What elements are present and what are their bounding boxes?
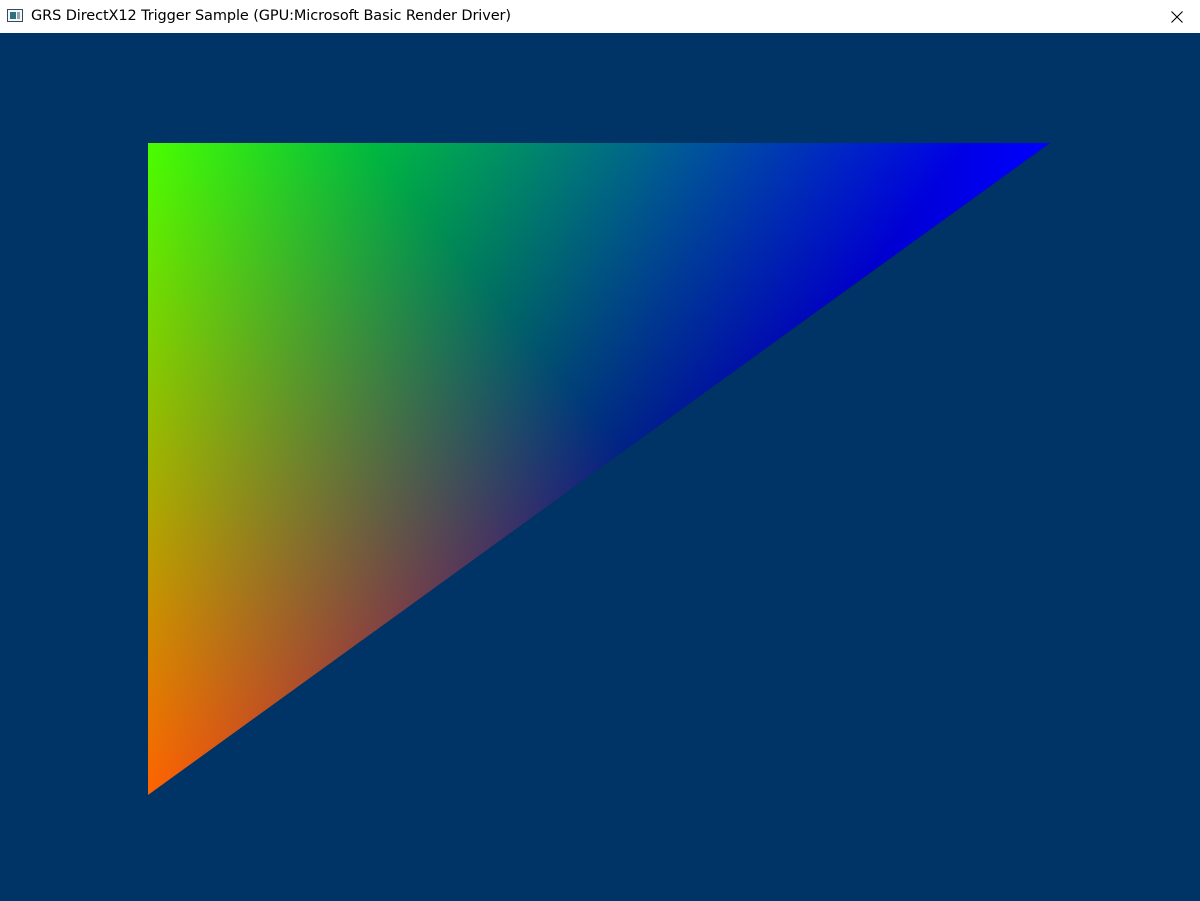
window-title: GRS DirectX12 Trigger Sample (GPU:Micros… bbox=[31, 8, 511, 24]
render-canvas bbox=[0, 33, 1200, 901]
app-window: GRS DirectX12 Trigger Sample (GPU:Micros… bbox=[0, 0, 1200, 901]
close-button[interactable] bbox=[1154, 0, 1200, 33]
close-icon bbox=[1171, 10, 1183, 23]
window-app-icon[interactable] bbox=[7, 9, 23, 22]
title-bar[interactable]: GRS DirectX12 Trigger Sample (GPU:Micros… bbox=[0, 0, 1200, 33]
render-viewport bbox=[0, 33, 1200, 901]
